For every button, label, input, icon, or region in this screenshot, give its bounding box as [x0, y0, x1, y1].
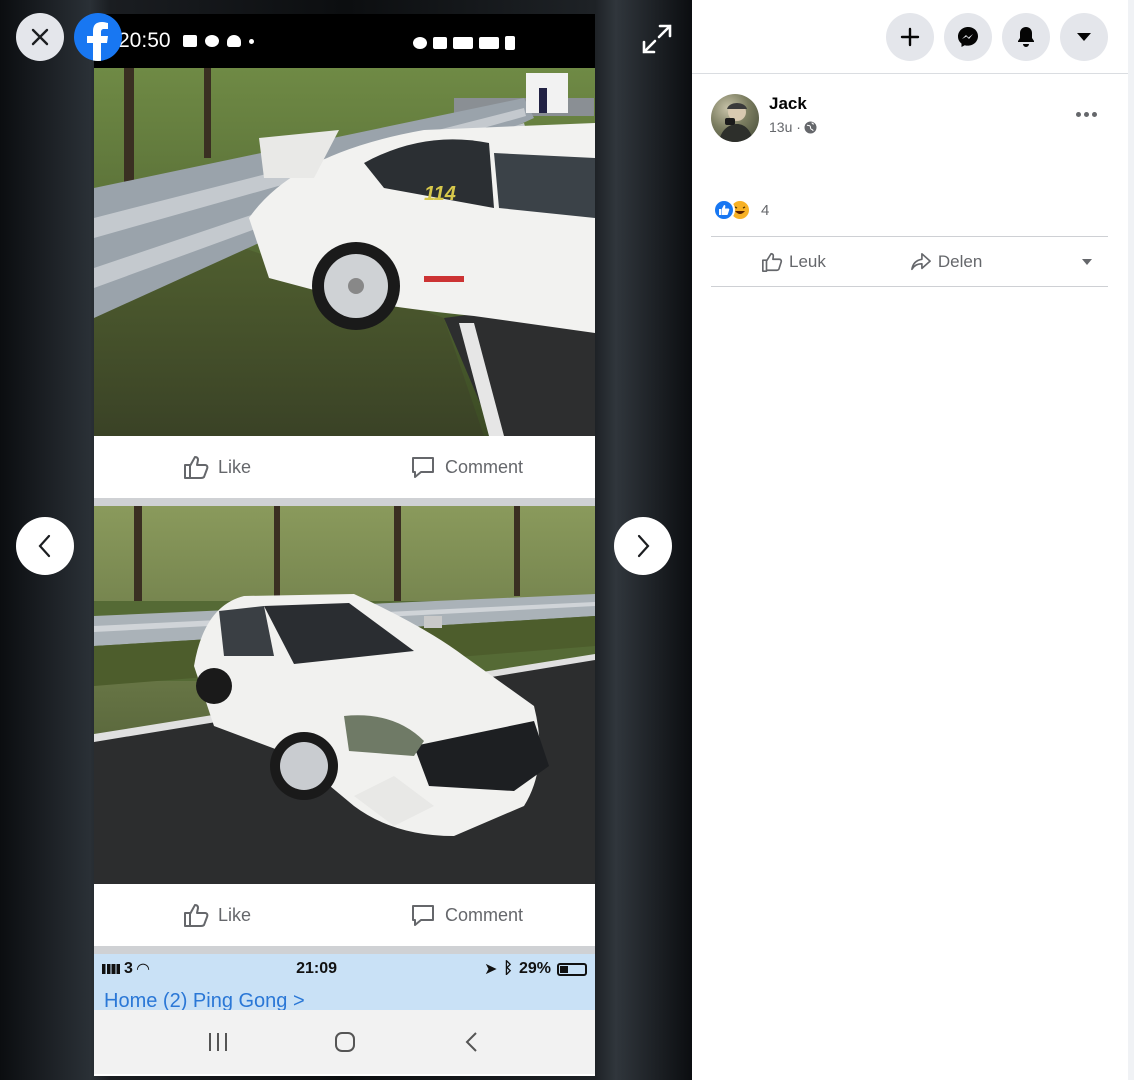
embedded-comment-button-2[interactable]: Comment [409, 902, 523, 928]
signal-icon [479, 37, 499, 49]
gallery-icon [182, 35, 197, 47]
embedded-post-actions-2: Like Comment [94, 884, 595, 946]
like-label: Leuk [789, 251, 826, 271]
ios-battery: ➤ ᛒ 29% [484, 959, 587, 979]
plus-icon [900, 27, 920, 47]
embedded-like-button-2[interactable]: Like [182, 902, 251, 928]
ios-app-header-peek: Home (2) Ping Gong > [94, 984, 595, 1010]
bluetooth-icon: ᛒ [503, 960, 513, 977]
embedded-comment-button[interactable]: Comment [409, 454, 523, 480]
create-button[interactable] [886, 13, 934, 61]
alarm-icon [413, 37, 427, 49]
android-status-bar: 20:50 [94, 14, 595, 68]
expand-icon [642, 24, 672, 54]
facebook-f-icon [87, 22, 108, 61]
crash-photo-side: 114 [94, 68, 595, 436]
next-photo-button[interactable] [614, 517, 672, 575]
post-options-button[interactable] [1074, 102, 1098, 126]
post-separator-2 [94, 946, 595, 954]
more-dot-icon [1075, 111, 1081, 117]
previous-photo-button[interactable] [16, 517, 74, 575]
divider-bottom [711, 286, 1108, 287]
fullscreen-button[interactable] [640, 22, 674, 56]
caret-down-icon [1082, 258, 1092, 265]
embedded-like-label: Like [218, 456, 252, 477]
messenger-button[interactable] [944, 13, 992, 61]
location-icon: ➤ [483, 961, 498, 978]
author-name[interactable]: Jack [769, 94, 817, 114]
bell-icon [1018, 27, 1034, 47]
post-separator [94, 498, 595, 506]
caret-down-icon [1077, 33, 1091, 41]
post-actions-bar: Leuk Delen [711, 237, 1108, 286]
battery-icon [505, 36, 515, 50]
back-icon[interactable] [460, 1030, 484, 1054]
mute-icon [433, 37, 447, 49]
post-header: Jack 13u · [711, 94, 817, 142]
comment-bubble-icon [412, 457, 435, 478]
chevron-right-icon [637, 534, 650, 558]
close-icon [31, 28, 49, 46]
thumbs-up-icon [184, 904, 209, 927]
status-notification-icons [182, 35, 254, 47]
reaction-count: 4 [761, 201, 770, 219]
photo-viewer: 20:50 114 Like Comment Like Comment 3 ◠ … [0, 0, 692, 1080]
thumbs-up-icon [184, 456, 209, 479]
messenger-icon [958, 27, 978, 47]
embedded-like-label-2: Like [218, 904, 252, 925]
post-meta: 13u · [769, 119, 817, 135]
cloud-icon [226, 35, 241, 47]
notifications-button[interactable] [1002, 13, 1050, 61]
crash-photo-side-illustration: 114 [94, 68, 595, 436]
share-label: Delen [937, 251, 983, 271]
embedded-comment-label: Comment [445, 456, 524, 477]
ios-time: 21:09 [296, 960, 338, 977]
share-options-dropdown[interactable] [1078, 253, 1096, 271]
embedded-post-actions-1: Like Comment [94, 436, 595, 498]
android-navigation-bar [94, 1010, 595, 1074]
post-time[interactable]: 13u · [769, 119, 801, 135]
signal-bars-icon [102, 964, 120, 974]
svg-text:114: 114 [424, 183, 456, 205]
account-menu-button[interactable] [1060, 13, 1108, 61]
recent-apps-icon[interactable] [206, 1031, 230, 1053]
battery-icon [557, 962, 587, 976]
phone-screenshot: 20:50 114 Like Comment Like Comment 3 ◠ … [94, 14, 595, 1076]
like-reaction-icon [713, 199, 735, 221]
more-dot-icon [1091, 111, 1097, 117]
more-dot-icon [1083, 111, 1089, 117]
status-time: 20:50 [118, 29, 171, 52]
wifi-icon: ◠ [136, 961, 150, 978]
chevron-left-icon [38, 534, 51, 558]
author-avatar[interactable] [711, 94, 759, 142]
panel-scrollbar[interactable] [1128, 0, 1134, 1080]
avatar-image [719, 103, 753, 142]
embedded-comment-label-2: Comment [445, 904, 524, 925]
crash-photo-front-illustration [94, 506, 595, 884]
home-icon[interactable] [333, 1030, 357, 1054]
share-button[interactable]: Delen [910, 252, 982, 272]
status-system-icons [413, 36, 515, 50]
comment-bubble-icon [412, 905, 435, 926]
thumbs-up-icon [762, 252, 783, 272]
share-arrow-icon [910, 252, 931, 270]
facebook-logo[interactable] [74, 13, 122, 61]
post-side-panel: Jack 13u · 4 Leuk Delen [692, 0, 1134, 1080]
embedded-like-button[interactable]: Like [182, 454, 251, 480]
like-button[interactable]: Leuk [761, 251, 826, 273]
ios-carrier: 3 ◠ [102, 959, 149, 979]
crash-photo-front [94, 506, 595, 884]
top-navigation-bar [692, 0, 1134, 74]
emoji-icon [204, 35, 219, 47]
globe-icon [804, 121, 817, 133]
more-notifications-icon [248, 38, 254, 44]
wifi-icon [453, 37, 473, 49]
close-viewer-button[interactable] [16, 13, 64, 61]
ios-status-bar: 3 ◠ 21:09 ➤ ᛒ 29% [94, 954, 595, 984]
reaction-summary[interactable]: 4 [713, 199, 769, 221]
